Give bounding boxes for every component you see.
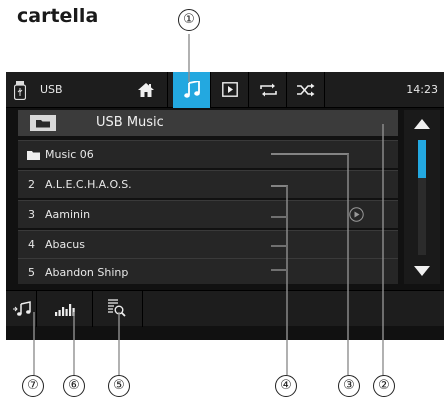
callout-leader-lines: [33, 34, 384, 375]
